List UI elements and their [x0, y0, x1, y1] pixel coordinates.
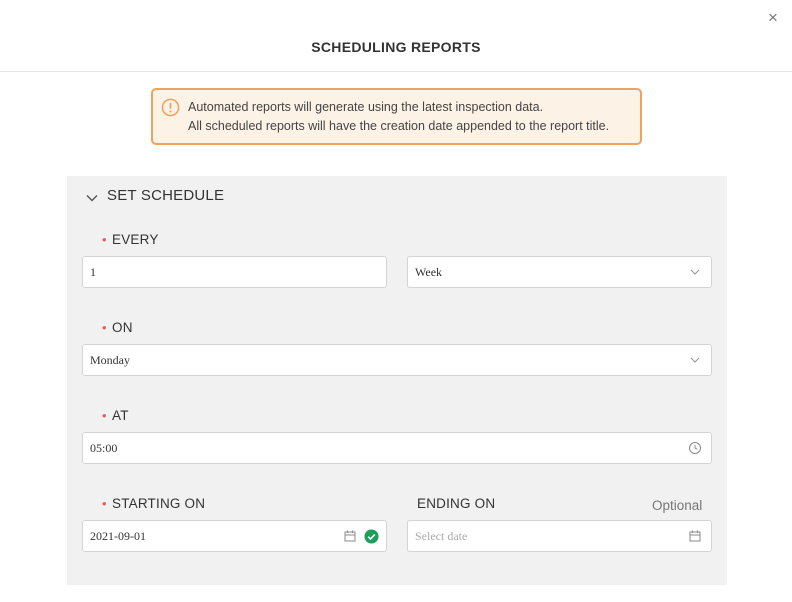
- at-time-value: 05:00: [90, 441, 118, 455]
- every-unit-value: Week: [415, 265, 443, 279]
- ending-on-label: ENDING ON: [417, 496, 496, 511]
- every-label: EVERY: [112, 232, 159, 247]
- required-marker: •: [102, 408, 107, 423]
- check-circle-icon: [364, 529, 379, 544]
- required-marker: •: [102, 232, 107, 247]
- info-alert: Automated reports will generate using th…: [151, 88, 642, 145]
- every-input[interactable]: [82, 256, 387, 288]
- ending-on-date-picker[interactable]: Select date: [407, 520, 712, 552]
- at-label: AT: [112, 408, 129, 423]
- optional-hint: Optional: [652, 498, 703, 513]
- every-unit-select[interactable]: Week: [407, 256, 712, 288]
- on-label: ON: [112, 320, 133, 335]
- required-marker: •: [102, 496, 107, 511]
- alert-message-line-1: Automated reports will generate using th…: [188, 100, 544, 114]
- on-day-value: Monday: [90, 353, 130, 367]
- panel-title[interactable]: SET SCHEDULE: [107, 187, 224, 204]
- chevron-down-icon[interactable]: [85, 191, 99, 205]
- modal-header: SCHEDULING REPORTS ×: [0, 0, 792, 72]
- chevron-down-icon: [690, 357, 700, 363]
- at-time-picker[interactable]: 05:00: [82, 432, 712, 464]
- ending-on-placeholder: Select date: [415, 529, 468, 543]
- every-value[interactable]: [90, 257, 370, 287]
- starting-on-value: 2021-09-01: [90, 529, 146, 543]
- required-marker: •: [102, 320, 107, 335]
- starting-on-label: STARTING ON: [112, 496, 206, 511]
- clock-icon[interactable]: [688, 441, 702, 455]
- on-day-select[interactable]: Monday: [82, 344, 712, 376]
- set-schedule-panel: SET SCHEDULE • EVERY Week • ON Monday • …: [67, 176, 727, 585]
- modal-title: SCHEDULING REPORTS: [311, 39, 481, 55]
- chevron-down-icon: [690, 269, 700, 275]
- calendar-icon[interactable]: [343, 529, 357, 543]
- starting-on-date-picker[interactable]: 2021-09-01: [82, 520, 387, 552]
- info-circle-icon: [161, 98, 180, 117]
- calendar-icon[interactable]: [688, 529, 702, 543]
- close-icon[interactable]: ×: [764, 8, 782, 27]
- alert-message-line-2: All scheduled reports will have the crea…: [188, 119, 610, 133]
